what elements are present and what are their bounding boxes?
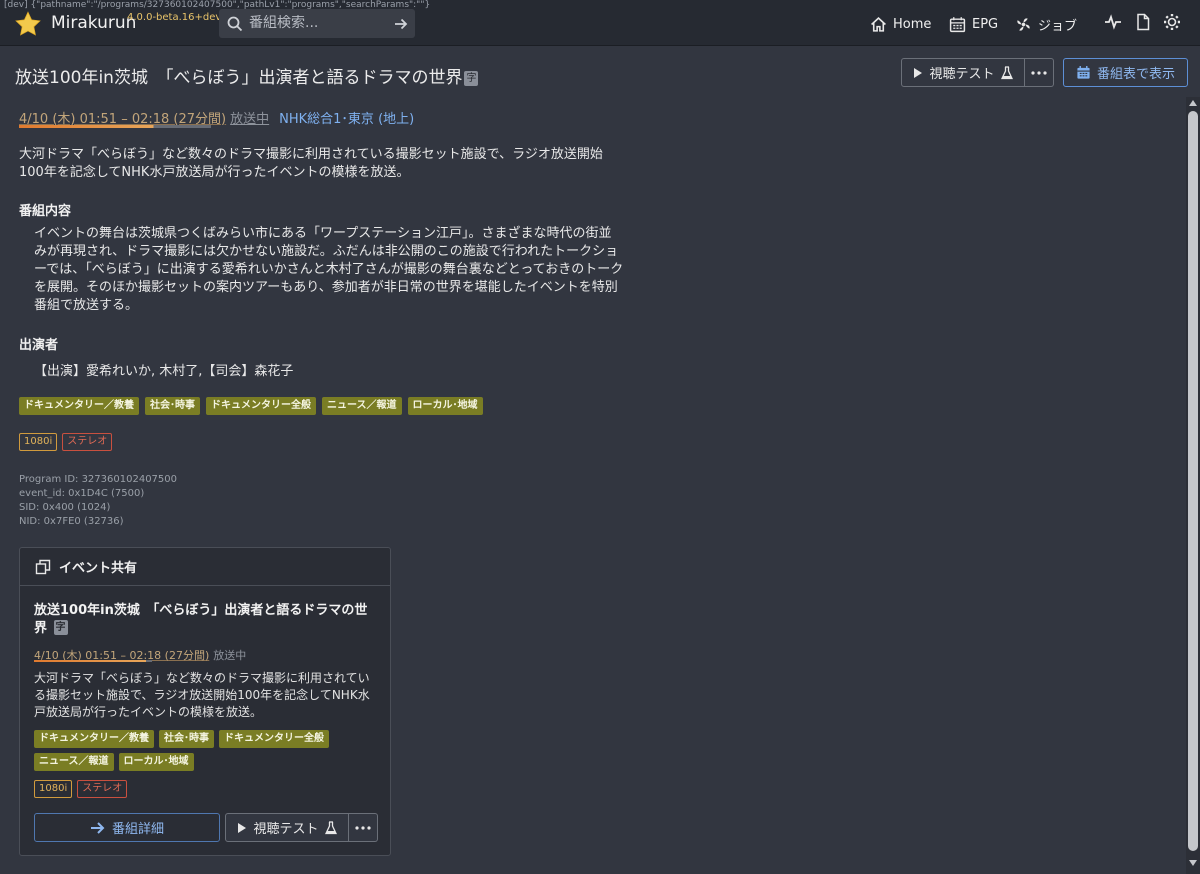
arrow-right-icon[interactable] — [393, 16, 409, 32]
channel-link[interactable]: NHK総合1･東京 (地上) — [279, 112, 414, 127]
scrollbar-thumb[interactable] — [1188, 111, 1198, 851]
genre-tag: ドキュメンタリー／教養 — [19, 397, 139, 415]
cast-text: 【出演】愛希れいか, 木村了,【司会】森花子 — [34, 364, 294, 379]
nav-epg-label: EPG — [972, 16, 999, 32]
cast-heading: 出演者 — [19, 338, 59, 353]
card-genre-tags: ドキュメンタリー／教養 社会･時事 ドキュメンタリー全般 ニュース／報道 ローカ… — [34, 730, 379, 771]
calendar-icon — [1077, 65, 1090, 79]
program-description: 大河ドラマ「べらぼう」など数々のドラマ撮影に利用されている撮影セット施設で、ラジ… — [19, 147, 603, 180]
flask-icon — [324, 820, 337, 834]
format-badges: 1080i ステレオ — [19, 433, 113, 451]
detail-heading: 番組内容 — [19, 204, 72, 219]
card-header: イベント共有 — [20, 548, 390, 586]
nav-home-label: Home — [893, 16, 932, 32]
video-badge: 1080i — [34, 780, 73, 798]
home-icon — [871, 16, 886, 32]
subtitle-mark: 字 — [464, 71, 479, 86]
audio-badge: ステレオ — [77, 780, 128, 798]
card-watch-test-button[interactable]: 視聴テスト — [225, 813, 349, 842]
service-id: SID: 0x400 (1024) — [19, 502, 111, 513]
network-id: NID: 0x7FE0 (32736) — [19, 516, 124, 527]
video-badge: 1080i — [19, 433, 58, 451]
scroll-up-icon[interactable] — [1189, 100, 1197, 106]
top-app-bar: [dev] {"pathname":"/programs/32736010240… — [0, 0, 1200, 46]
calendar-icon — [949, 16, 966, 32]
nav-jobs-label: ジョブ — [1038, 18, 1078, 34]
watch-button-group: 視聴テスト — [901, 58, 1054, 87]
card-onair-status: 放送中 — [213, 649, 247, 662]
genre-tag: 社会･時事 — [159, 730, 214, 748]
card-watch-test-label: 視聴テスト — [253, 822, 319, 837]
genre-tag: ドキュメンタリー／教養 — [34, 730, 154, 748]
card-heading: イベント共有 — [59, 561, 138, 576]
document-icon[interactable] — [1134, 13, 1152, 31]
program-detail-label: 番組詳細 — [111, 822, 164, 837]
audio-badge: ステレオ — [62, 433, 113, 451]
activity-icon[interactable] — [1104, 13, 1122, 31]
nav-jobs[interactable]: ジョブ — [1015, 14, 1077, 34]
show-in-epg-label: 番組表で表示 — [1096, 67, 1175, 82]
genre-tag: ドキュメンタリー全般 — [219, 730, 329, 748]
ellipsis-icon — [1031, 70, 1047, 75]
more-options-button[interactable] — [1025, 58, 1054, 87]
app-name[interactable]: Mirakurun — [51, 13, 136, 33]
fan-icon — [1017, 17, 1030, 31]
progress-bar — [19, 125, 211, 128]
ellipsis-icon — [355, 825, 371, 830]
program-title: 放送100年in茨城 「べらぼう」出演者と語るドラマの世界 — [15, 68, 463, 88]
genre-tag: ニュース／報道 — [34, 753, 114, 771]
program-id: Program ID: 327360102407500 — [19, 474, 178, 485]
nav-home[interactable]: Home — [870, 14, 931, 34]
nav-epg[interactable]: EPG — [949, 14, 998, 34]
scroll-down-icon[interactable] — [1189, 860, 1197, 866]
star-logo-icon[interactable] — [14, 10, 42, 38]
genre-tag: ローカル･地域 — [118, 753, 194, 771]
gear-icon[interactable] — [1163, 13, 1181, 31]
card-progress-bar — [34, 660, 152, 662]
event-id: event_id: 0x1D4C (7500) — [19, 488, 145, 499]
watch-test-label: 視聴テスト — [929, 67, 995, 82]
watch-test-button[interactable]: 視聴テスト — [901, 58, 1025, 87]
play-icon — [238, 822, 247, 833]
page-title: 放送100年in茨城 「べらぼう」出演者と語るドラマの世界字 — [15, 63, 479, 88]
copy-icon — [35, 559, 51, 574]
flask-icon — [1000, 65, 1013, 79]
card-more-options-button[interactable] — [349, 813, 378, 842]
card-title: 放送100年in茨城 「べらぼう」出演者と語るドラマの世界 字 — [34, 602, 379, 638]
genre-tag: ローカル･地域 — [407, 397, 483, 415]
event-share-card: イベント共有 放送100年in茨城 「べらぼう」出演者と語るドラマの世界 字 4… — [19, 547, 391, 856]
onair-status: 放送中 — [230, 112, 270, 127]
show-in-epg-button[interactable]: 番組表で表示 — [1063, 58, 1188, 87]
genre-tag: 社会･時事 — [145, 397, 200, 415]
card-description: 大河ドラマ「べらぼう」など数々のドラマ撮影に利用されている撮影セット施設で、ラジ… — [34, 671, 370, 719]
detail-text: イベントの舞台は茨城県つくばみらい市にある「ワープステーション江戸」。さまざまな… — [34, 226, 624, 313]
program-detail-button[interactable]: 番組詳細 — [34, 813, 220, 842]
card-watch-button-group: 視聴テスト — [225, 813, 378, 842]
genre-tags: ドキュメンタリー／教養 社会･時事 ドキュメンタリー全般 ニュース／報道 ローカ… — [19, 397, 483, 415]
arrow-right-icon — [90, 821, 105, 834]
search-box — [219, 9, 415, 38]
card-title-text: 放送100年in茨城 「べらぼう」出演者と語るドラマの世界 — [34, 603, 368, 636]
play-icon — [914, 67, 923, 78]
search-icon — [227, 16, 243, 32]
genre-tag: ニュース／報道 — [322, 397, 402, 415]
search-input[interactable] — [249, 15, 379, 31]
app-version: 4.0.0-beta.16+dev — [127, 12, 222, 23]
subtitle-mark: 字 — [53, 620, 68, 635]
program-meta: Program ID: 327360102407500 event_id: 0x… — [19, 473, 177, 529]
genre-tag: ドキュメンタリー全般 — [206, 397, 316, 415]
card-format-badges: 1080i ステレオ — [34, 780, 128, 798]
